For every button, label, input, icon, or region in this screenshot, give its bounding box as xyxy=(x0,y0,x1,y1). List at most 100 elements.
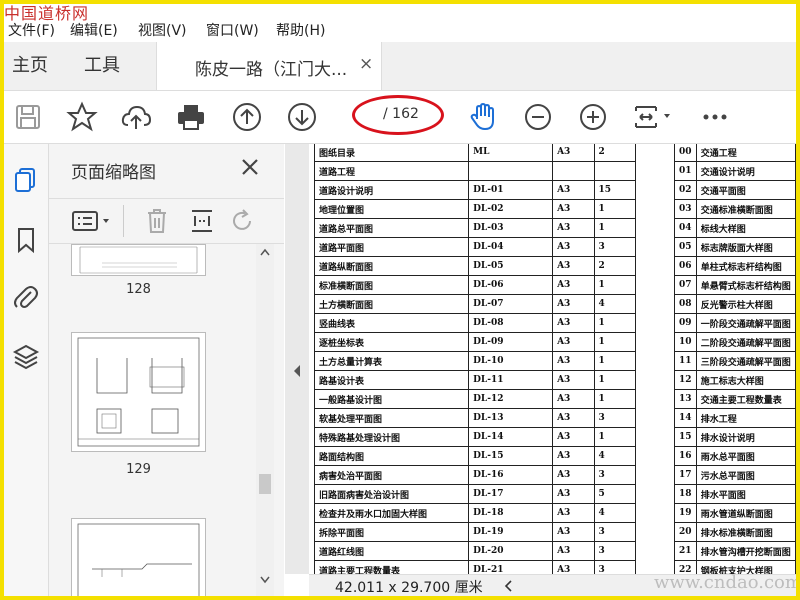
table-row: 道路纵断面图 DL-05 A3 2 xyxy=(313,256,637,276)
panel-collapse-handle[interactable] xyxy=(285,144,309,574)
table-cell: 1 xyxy=(593,199,637,219)
table-cell: 01 xyxy=(674,161,697,181)
table-cell xyxy=(552,161,595,181)
table-row: 检查井及雨水口加固大样图 DL-18 A3 4 xyxy=(313,503,637,523)
table-cell: DL-07 xyxy=(468,294,554,314)
toolbar-divider xyxy=(123,205,124,237)
table-cell: 2 xyxy=(593,144,637,162)
thumbnail-options-icon[interactable] xyxy=(71,209,111,233)
next-page-icon[interactable] xyxy=(286,101,318,133)
table-row: 软基处理平面图 DL-13 A3 3 xyxy=(313,408,637,428)
table-row: 土方总量计算表 DL-10 A3 1 xyxy=(313,351,637,371)
table-cell: A3 xyxy=(552,218,595,238)
table-cell: 21 xyxy=(674,541,697,561)
table-cell: A3 xyxy=(552,332,595,352)
table-cell: 3 xyxy=(593,522,637,542)
table-cell: 特殊路基处理设计图 xyxy=(313,427,470,447)
table-cell: DL-03 xyxy=(468,218,554,238)
table-cell: A3 xyxy=(552,522,595,542)
menu-window[interactable]: 窗口(W) xyxy=(206,20,259,40)
table-cell xyxy=(593,161,637,181)
tab-document[interactable]: 陈皮一路（江门大... × xyxy=(156,42,382,90)
fit-page-icon[interactable] xyxy=(632,101,676,133)
table-cell: 1 xyxy=(593,332,637,352)
table-cell: A3 xyxy=(552,560,595,574)
table-cell: 14 xyxy=(674,408,697,428)
thumbnail-page-128[interactable] xyxy=(71,244,206,276)
table-cell: A3 xyxy=(552,503,595,523)
table-cell: 土方总量计算表 xyxy=(313,351,470,371)
zoom-out-icon[interactable] xyxy=(522,101,554,133)
tab-home[interactable]: 主页 xyxy=(12,42,48,90)
table-cell: 02 xyxy=(674,180,697,200)
cloud-upload-icon[interactable] xyxy=(120,101,152,133)
table-cell: 1 xyxy=(593,313,637,333)
scroll-up-icon[interactable] xyxy=(260,248,270,256)
layers-icon[interactable] xyxy=(12,342,40,370)
bookmarks-icon[interactable] xyxy=(12,226,40,254)
more-options-icon[interactable] xyxy=(699,101,731,133)
save-icon[interactable] xyxy=(12,101,44,133)
delete-page-icon[interactable] xyxy=(145,208,169,234)
table-cell: 排水平面图 xyxy=(695,484,796,504)
table-cell: 一般路基设计图 xyxy=(313,389,470,409)
table-cell: 3 xyxy=(593,237,637,257)
table-cell: A3 xyxy=(552,180,595,200)
table-cell: 道路工程 xyxy=(313,161,470,181)
table-row: 15 排水设计说明 xyxy=(674,427,796,447)
tab-close-icon[interactable]: × xyxy=(359,54,373,74)
close-panel-icon[interactable] xyxy=(239,156,261,178)
thumbnails-toolbar xyxy=(49,198,284,244)
page-thumbnails-icon[interactable] xyxy=(12,166,40,194)
thumbnails-list: 128 129 xyxy=(49,244,284,596)
table-cell: 土方横断面图 xyxy=(313,294,470,314)
table-row: 逐桩坐标表 DL-09 A3 1 xyxy=(313,332,637,352)
table-row: 地理位置图 DL-02 A3 1 xyxy=(313,199,637,219)
menu-help[interactable]: 帮助(H) xyxy=(276,20,325,40)
hand-tool-icon[interactable] xyxy=(467,101,499,133)
table-cell: A3 xyxy=(552,484,595,504)
tab-tools[interactable]: 工具 xyxy=(84,42,120,90)
site-watermark-bottom: www.cndao.com xyxy=(654,572,800,593)
bookmark-star-icon[interactable] xyxy=(66,101,98,133)
left-rail xyxy=(4,144,49,596)
scroll-left-icon[interactable] xyxy=(503,579,513,593)
print-icon[interactable] xyxy=(175,101,207,133)
table-cell: DL-05 xyxy=(468,256,554,276)
table-row: 病害处治平面图 DL-16 A3 3 xyxy=(313,465,637,485)
thumbnails-scrollbar[interactable] xyxy=(256,244,274,596)
drawing-index-table-left: 图纸目录 ML A3 2 道路工程 道路设计说明 DL-01 A3 15 地理位置图 DL-02 A3… xyxy=(313,144,637,574)
highlight-annotation xyxy=(352,95,444,135)
table-cell: 路基设计表 xyxy=(313,370,470,390)
table-cell: 1 xyxy=(593,389,637,409)
thumbnails-title: 页面缩略图 xyxy=(71,163,156,183)
table-cell: 04 xyxy=(674,218,697,238)
table-row: 12 施工标志大样图 xyxy=(674,370,796,390)
table-row: 05 标志牌版面大样图 xyxy=(674,237,796,257)
table-row: 06 单柱式标志杆结构图 xyxy=(674,256,796,276)
app-window: 文件(F) 编辑(E) 视图(V) 窗口(W) 帮助(H) 中国道桥网 主页 工… xyxy=(0,0,800,600)
table-cell: 4 xyxy=(593,503,637,523)
table-cell: 排水管沟槽开挖断面图 xyxy=(695,541,796,561)
table-cell: 00 xyxy=(674,144,697,162)
table-row: 08 反光警示柱大样图 xyxy=(674,294,796,314)
thumbnail-page-129[interactable] xyxy=(71,332,206,452)
table-cell: 交通主要工程数量表 xyxy=(695,389,796,409)
thumbnail-page-130[interactable] xyxy=(71,518,206,596)
table-row: 道路工程 xyxy=(313,161,637,181)
previous-page-icon[interactable] xyxy=(231,101,263,133)
attachments-icon[interactable] xyxy=(12,284,40,312)
table-cell: 三阶段交通疏解平面图 xyxy=(695,351,796,371)
scroll-down-icon[interactable] xyxy=(260,576,270,584)
menu-view[interactable]: 视图(V) xyxy=(138,20,187,40)
table-cell: 17 xyxy=(674,465,697,485)
table-cell: 图纸目录 xyxy=(313,144,470,162)
collapse-arrow-icon[interactable] xyxy=(292,364,302,378)
scrollbar-thumb[interactable] xyxy=(259,474,271,494)
extract-page-icon[interactable] xyxy=(189,208,215,234)
zoom-in-icon[interactable] xyxy=(577,101,609,133)
rotate-page-icon[interactable] xyxy=(229,208,255,234)
table-cell: 1 xyxy=(593,218,637,238)
table-cell: 旧路面病害处治设计图 xyxy=(313,484,470,504)
table-row: 04 标线大样图 xyxy=(674,218,796,238)
